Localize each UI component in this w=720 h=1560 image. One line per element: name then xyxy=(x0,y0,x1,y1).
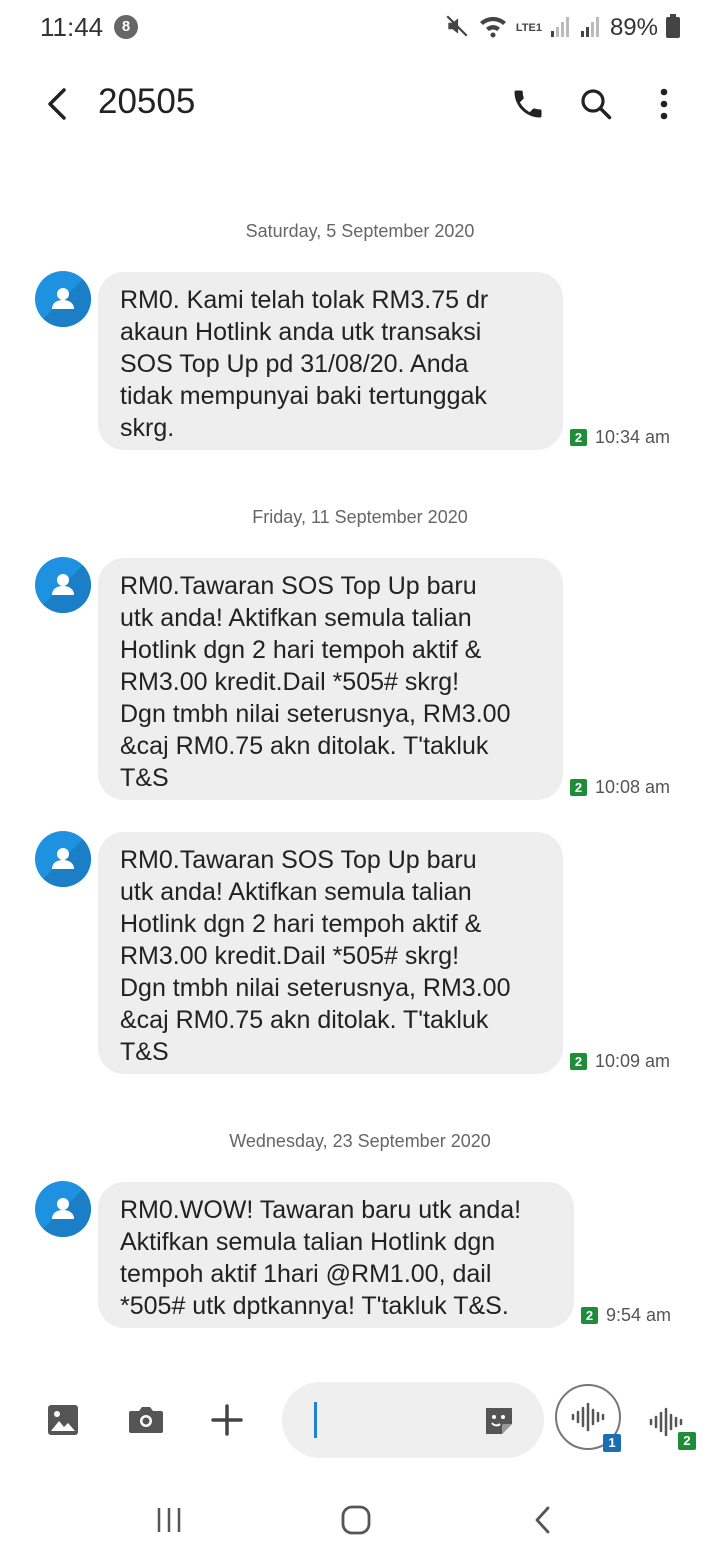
navigation-bar xyxy=(0,1480,720,1560)
date-separator: Saturday, 5 September 2020 xyxy=(245,221,475,241)
gallery-icon xyxy=(48,1405,78,1435)
battery-percent: 89% xyxy=(609,14,658,41)
search-icon xyxy=(581,89,612,120)
sim-2-icon: 2 xyxy=(570,429,587,446)
search-button[interactable] xyxy=(572,80,620,128)
sim-2-icon: 2 xyxy=(570,1053,587,1070)
sticker-button[interactable] xyxy=(482,1404,516,1438)
message-meta: 2 9:54 am xyxy=(581,1305,671,1326)
camera-icon xyxy=(129,1407,163,1433)
recent-apps-button[interactable] xyxy=(145,1496,193,1544)
status-time: 11:44 xyxy=(40,12,104,42)
signal-icon-1 xyxy=(550,14,572,43)
back-arrow-icon xyxy=(48,88,66,120)
message-meta: 2 10:09 am xyxy=(570,1051,670,1072)
status-icons: LTE1 89% xyxy=(444,12,680,44)
battery-icon xyxy=(666,13,680,43)
back-chevron-icon xyxy=(535,1506,550,1534)
message-time: 10:08 am xyxy=(595,777,671,797)
message-meta: 2 10:34 am xyxy=(570,427,670,448)
system-back-button[interactable] xyxy=(520,1496,568,1544)
message-composer: 1 2 xyxy=(0,1378,720,1464)
contact-avatar[interactable] xyxy=(35,831,91,887)
voice-input-icon xyxy=(571,1402,605,1432)
home-icon xyxy=(341,1505,371,1535)
sim-2-icon: 2 xyxy=(678,1432,696,1450)
message-input[interactable] xyxy=(282,1382,544,1458)
message-bubble[interactable]: RM0.Tawaran SOS Top Up baru utk anda! Ak… xyxy=(98,558,563,800)
more-vert-icon xyxy=(660,88,668,120)
message-meta: 2 10:08 am xyxy=(570,777,670,798)
more-options-button[interactable] xyxy=(640,80,688,128)
contact-avatar[interactable] xyxy=(35,271,91,327)
text-cursor xyxy=(314,1402,317,1438)
voice-sim2-button[interactable]: 2 xyxy=(644,1400,696,1450)
person-icon xyxy=(35,831,91,887)
message-bubble[interactable]: RM0.WOW! Tawaran baru utk anda! Aktifkan… xyxy=(98,1182,574,1328)
status-bar: 11:44 8 LTE1 89% xyxy=(0,0,720,56)
add-icon xyxy=(211,1404,243,1436)
message-time: 10:34 am xyxy=(595,427,671,447)
back-button[interactable] xyxy=(36,82,80,126)
wifi-icon xyxy=(478,13,508,44)
date-separator: Wednesday, 23 September 2020 xyxy=(229,1131,491,1151)
signal-icon-2 xyxy=(580,14,602,43)
message-bubble[interactable]: RM0. Kami telah tolak RM3.75 dr akaun Ho… xyxy=(98,272,563,450)
camera-button[interactable] xyxy=(124,1398,168,1442)
sim-2-icon: 2 xyxy=(570,779,587,796)
person-icon xyxy=(35,1181,91,1237)
message-time: 9:54 am xyxy=(606,1305,672,1325)
sticker-icon xyxy=(486,1408,512,1434)
conversation-header: 20505 xyxy=(0,64,720,144)
sim-2-icon: 2 xyxy=(581,1307,598,1324)
voice-sim1-button[interactable]: 1 xyxy=(555,1384,621,1452)
contact-title: 20505 xyxy=(98,82,196,121)
call-button[interactable] xyxy=(504,80,552,128)
contact-avatar[interactable] xyxy=(35,1181,91,1237)
mute-icon xyxy=(444,13,470,44)
message-time: 10:09 am xyxy=(595,1051,671,1071)
add-attachment-button[interactable] xyxy=(205,1398,249,1442)
person-icon xyxy=(35,557,91,613)
lte-label: LTE1 xyxy=(515,22,542,34)
date-separator: Friday, 11 September 2020 xyxy=(252,507,468,527)
person-icon xyxy=(35,271,91,327)
contact-avatar[interactable] xyxy=(35,557,91,613)
sim-1-icon: 1 xyxy=(603,1434,621,1452)
phone-icon xyxy=(514,90,542,118)
home-button[interactable] xyxy=(332,1496,380,1544)
notification-count-badge: 8 xyxy=(114,15,138,39)
message-bubble[interactable]: RM0.Tawaran SOS Top Up baru utk anda! Ak… xyxy=(98,832,563,1074)
gallery-button[interactable] xyxy=(41,1398,85,1442)
recent-apps-icon xyxy=(157,1508,181,1532)
